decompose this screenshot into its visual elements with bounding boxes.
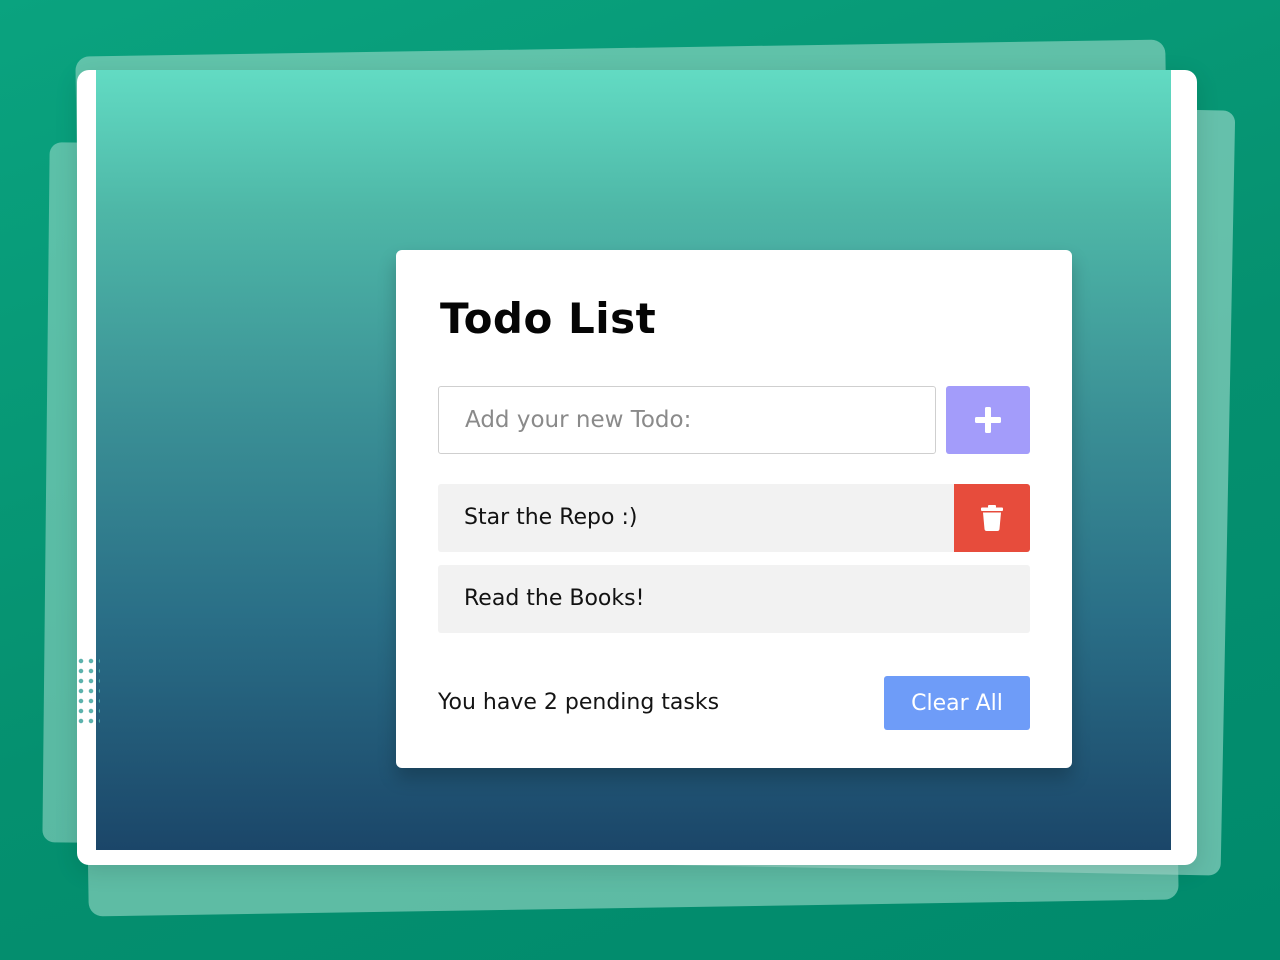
clear-all-button[interactable]: Clear All: [884, 676, 1030, 730]
trash-icon: [981, 505, 1003, 531]
input-row: [438, 386, 1030, 454]
todo-input[interactable]: [438, 386, 936, 454]
pending-count-text: You have 2 pending tasks: [438, 690, 720, 715]
todo-item-text: Read the Books!: [464, 586, 645, 611]
add-todo-button[interactable]: [946, 386, 1030, 454]
todo-list: Star the Repo :) Read the Books!: [438, 484, 1030, 646]
plus-icon: [975, 407, 1001, 433]
todo-item-text: Star the Repo :): [464, 505, 638, 530]
list-item[interactable]: Read the Books!: [438, 565, 1030, 633]
app-viewport: Todo List Star the Repo :): [96, 70, 1171, 850]
list-item[interactable]: Star the Repo :): [438, 484, 1030, 552]
footer: You have 2 pending tasks Clear All: [438, 676, 1030, 730]
page-title: Todo List: [440, 294, 657, 343]
decorative-dots: [76, 656, 100, 728]
todo-card: Todo List Star the Repo :): [396, 250, 1072, 768]
delete-todo-button[interactable]: [954, 484, 1030, 552]
